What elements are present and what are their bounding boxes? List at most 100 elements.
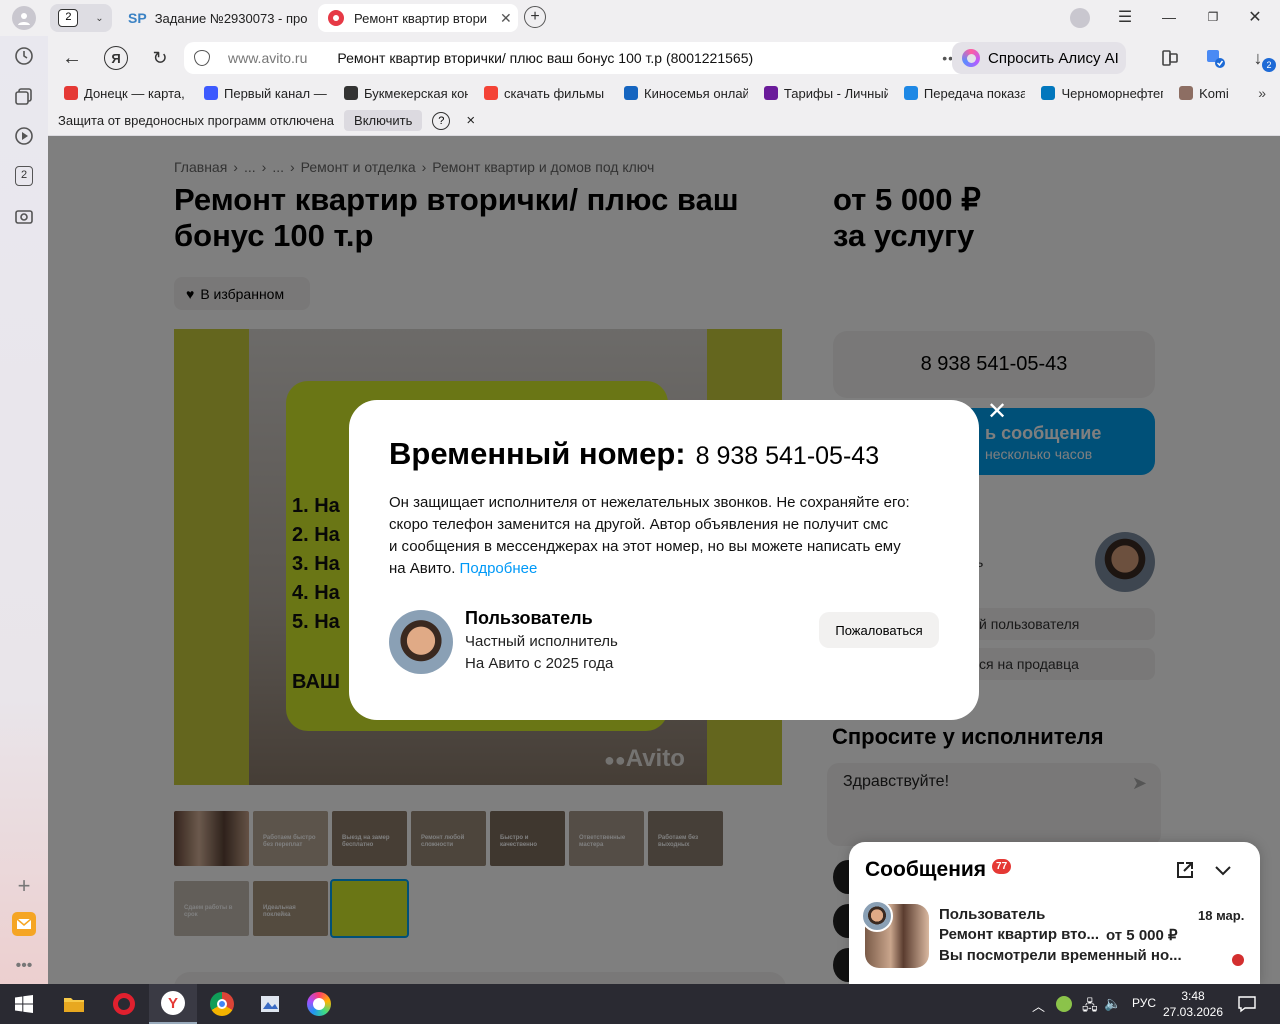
help-icon[interactable]: ?: [432, 111, 451, 130]
yandex-icon[interactable]: Я: [104, 46, 128, 70]
address-bar[interactable]: www.avito.ru Ремонт квартир вторички/ пл…: [184, 42, 994, 74]
play-icon[interactable]: [12, 124, 36, 148]
record-favicon-icon: [328, 10, 344, 26]
unread-dot: [1232, 954, 1244, 966]
modal-body-line: на Авито.: [389, 560, 456, 577]
extensions-icon[interactable]: [1158, 46, 1182, 70]
color-app-icon[interactable]: [295, 984, 343, 1024]
windows-taskbar: Y ︿ 🖧 🔈 РУС 3:48 27.03.2026: [0, 984, 1280, 1024]
tab-count-badge: 2: [58, 9, 79, 27]
chat-price: от 5 000 ₽: [1106, 927, 1178, 944]
close-tab-icon[interactable]: ✕: [500, 10, 512, 27]
history-icon[interactable]: [12, 44, 36, 68]
sidebar-badge[interactable]: 2: [12, 164, 36, 188]
bookmark-favicon-icon: [903, 86, 918, 100]
bookmark-favicon-icon: [64, 86, 78, 100]
volume-icon[interactable]: 🔈: [1104, 995, 1121, 1012]
messages-title[interactable]: Сообщения 77: [865, 858, 1012, 882]
tab-label: Задание №2930073 - про: [154, 10, 308, 26]
bookmark-favicon-icon: [344, 86, 358, 100]
back-icon[interactable]: ←: [60, 46, 84, 70]
bookmark-favicon-icon: [1179, 86, 1194, 100]
yandex-browser-icon[interactable]: Y: [149, 984, 197, 1024]
enable-button[interactable]: Включить: [344, 110, 423, 131]
messages-title-label: Сообщения: [865, 858, 987, 881]
translate-icon[interactable]: [1204, 46, 1228, 70]
downloads-icon[interactable]: ↓ 2: [1246, 46, 1276, 72]
modal-body: Он защищает исполнителя от нежелательных…: [389, 492, 949, 580]
chrome-icon[interactable]: [198, 984, 246, 1024]
chat-avatar: [861, 900, 893, 932]
file-explorer-icon[interactable]: [50, 984, 98, 1024]
mail-icon[interactable]: [12, 912, 36, 936]
bookmark-item[interactable]: скачать фильмы 2: [484, 86, 608, 101]
open-external-icon[interactable]: [1175, 860, 1195, 880]
language-indicator[interactable]: РУС: [1132, 996, 1156, 1010]
more-icon[interactable]: •••: [12, 954, 36, 978]
notifications-icon[interactable]: [1238, 995, 1256, 1018]
menu-icon[interactable]: ☰: [1114, 6, 1136, 28]
bookmark-label: скачать фильмы 2: [504, 85, 608, 101]
bookmark-label: Киносемья онлай: [644, 85, 748, 101]
reload-icon[interactable]: ↻: [148, 46, 172, 70]
profile-icon[interactable]: [12, 6, 36, 30]
tray-chevron-icon[interactable]: ︿: [1032, 996, 1045, 1015]
bookmark-item[interactable]: Черноморнефтег: [1041, 86, 1163, 101]
bookmark-item[interactable]: Киносемья онлай: [624, 86, 748, 101]
chat-item[interactable]: Пользователь 18 мар. Ремонт квартир вто.…: [849, 896, 1260, 984]
network-icon[interactable]: 🖧: [1082, 995, 1098, 1019]
bookmark-item[interactable]: Букмекерская кон: [344, 86, 468, 101]
restore-icon[interactable]: ❐: [1202, 6, 1224, 28]
infobar-close-icon[interactable]: ×: [466, 112, 475, 129]
screenshot-icon[interactable]: [12, 204, 36, 228]
toolbar: ← Я ↻ www.avito.ru Ремонт квартир вторич…: [48, 36, 1280, 80]
modal-close-icon[interactable]: ✕: [983, 398, 1011, 426]
bookmark-label: Донецк — карта, с: [84, 85, 188, 101]
site-info-icon[interactable]: [194, 50, 210, 66]
user-name[interactable]: Пользователь: [465, 608, 593, 629]
chevron-right-icon[interactable]: »: [1258, 85, 1266, 101]
opera-icon[interactable]: [100, 984, 148, 1024]
new-tab-icon[interactable]: +: [524, 6, 546, 28]
bookmark-favicon-icon: [484, 86, 498, 100]
tab-group[interactable]: 2 ⌄: [50, 4, 112, 32]
tab-task[interactable]: SP Задание №2930073 - про: [120, 4, 310, 32]
more-link[interactable]: Подробнее: [460, 560, 538, 577]
modal-heading: Временный номер: 8 938 541-05-43: [389, 436, 879, 472]
bookmark-item[interactable]: Передача показа: [903, 85, 1026, 101]
tray-app-icon[interactable]: [1056, 996, 1072, 1012]
bookmark-item[interactable]: Komi: [1179, 86, 1228, 101]
bookmark-favicon-icon: [1041, 86, 1056, 100]
bookmark-item[interactable]: Донецк — карта, с: [64, 86, 188, 101]
collections-icon[interactable]: [12, 84, 36, 108]
modal-title: Временный номер:: [389, 436, 686, 471]
modal-body-line: и сообщения в мессенджерах на этот номер…: [389, 538, 901, 555]
bookmark-favicon-icon: [624, 86, 638, 100]
clock-time: 3:48: [1181, 989, 1205, 1003]
chevron-down-icon: ⌄: [95, 12, 104, 24]
browser-sidebar: 2 + •••: [0, 36, 48, 984]
temporary-number-modal: ✕ Временный номер: 8 938 541-05-43 Он за…: [349, 398, 1007, 720]
bookmark-item[interactable]: Первый канал — с: [204, 86, 328, 101]
report-button[interactable]: Пожаловаться: [819, 612, 939, 648]
bookmark-favicon-icon: [763, 86, 778, 100]
add-icon[interactable]: +: [12, 873, 36, 898]
start-icon[interactable]: [0, 984, 48, 1024]
bookmark-item[interactable]: Тарифы - Личный: [763, 86, 888, 101]
bookmark-favicon-icon: [204, 86, 218, 100]
collapse-chevron-icon[interactable]: [1213, 860, 1233, 880]
chat-date: 18 мар.: [1198, 908, 1245, 923]
bookmark-label: Передача показа: [923, 85, 1026, 101]
infobar-text: Защита от вредоносных программ отключена: [58, 113, 335, 128]
account-icon[interactable]: [1070, 8, 1090, 28]
minimize-icon[interactable]: —: [1158, 6, 1180, 28]
app-icon[interactable]: [246, 984, 294, 1024]
clock[interactable]: 3:48 27.03.2026: [1162, 988, 1224, 1020]
messages-panel: Сообщения 77 Пользователь 18 мар. Ремонт…: [849, 842, 1260, 984]
address-title: Ремонт квартир вторички/ плюс ваш бонус …: [337, 50, 754, 66]
alice-button[interactable]: Спросить Алису AI: [952, 42, 1126, 74]
user-avatar[interactable]: [389, 610, 453, 674]
close-window-icon[interactable]: ✕: [1244, 6, 1266, 28]
tab-avito[interactable]: Ремонт квартир втори ✕: [318, 4, 518, 32]
messages-badge: 77: [992, 858, 1012, 874]
